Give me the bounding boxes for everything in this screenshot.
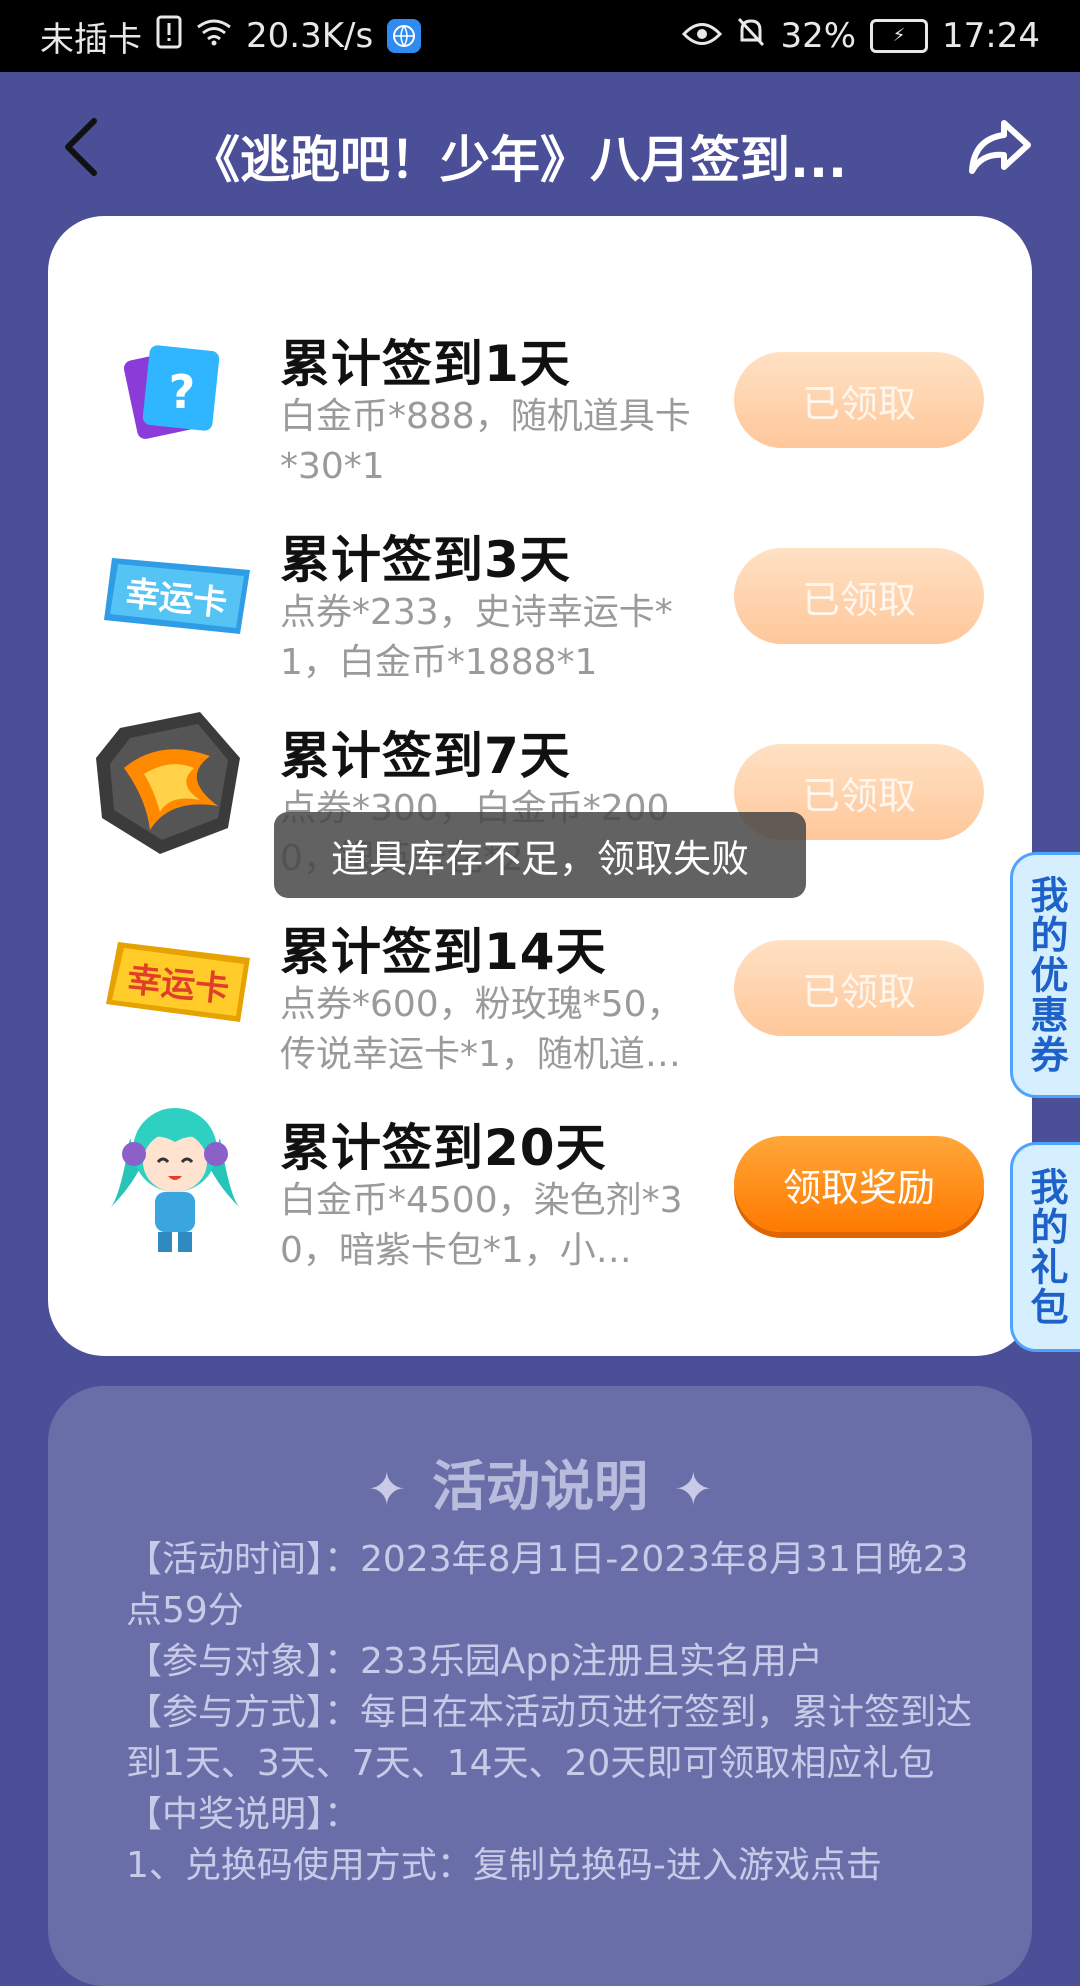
reward-description: 点券*600，粉玫瑰*50，传说幸运卡*1，随机道…	[280, 984, 683, 1075]
rewards-card: ? 累计签到1天 白金币*888，随机道具卡*30*1 已领取 幸运卡 累计签到…	[48, 216, 1032, 1356]
reward-description: 白金币*4500，染色剂*30，暗紫卡包*1，小…	[280, 1180, 683, 1271]
gold-lucky-card-icon: 幸运卡	[100, 902, 250, 1052]
reward-title: 累计签到20天	[280, 1119, 607, 1177]
blue-lucky-card-icon: 幸运卡	[100, 510, 250, 660]
lava-rock-icon	[96, 706, 250, 856]
reward-description: 白金币*888，随机道具卡*30*1	[280, 396, 691, 487]
reward-description: 点券*233，史诗幸运卡*1，白金币*1888*1	[280, 592, 673, 683]
info-heading: ✦ 活动说明 ✦	[48, 1442, 1032, 1521]
info-line: 【中奖说明】：	[126, 1794, 361, 1835]
info-line: 【参与对象】：233乐园App注册且实名用户	[126, 1641, 824, 1682]
info-heading-text: 活动说明	[432, 1455, 648, 1518]
claim-reward-button[interactable]: 领取奖励	[734, 1136, 984, 1232]
reward-title: 累计签到3天	[280, 531, 571, 589]
my-coupons-tab[interactable]: 我的优惠券	[1010, 852, 1080, 1098]
page-title: 《逃跑吧！少年》八月签到...	[190, 131, 847, 189]
sparkle-icon: ✦	[674, 1462, 713, 1516]
my-gifts-tab[interactable]: 我的礼包	[1010, 1142, 1080, 1352]
clock: 17:24	[942, 16, 1040, 56]
chevron-left-icon	[65, 118, 97, 176]
claimed-button[interactable]: 已领取	[734, 352, 984, 448]
carrier-label: 未插卡	[40, 19, 142, 60]
network-speed: 20.3K/s	[246, 16, 374, 56]
toast-message: 道具库存不足，领取失败	[274, 812, 806, 898]
reward-row: 累计签到20天 白金币*4500，染色剂*30，暗紫卡包*1，小… 领取奖励	[48, 1080, 1032, 1276]
sparkle-icon: ✦	[367, 1462, 406, 1516]
back-button[interactable]	[50, 112, 110, 182]
share-button[interactable]	[960, 107, 1040, 187]
reward-title: 累计签到7天	[280, 727, 571, 785]
wifi-icon	[196, 16, 232, 56]
muted-bell-icon	[736, 16, 766, 57]
claimed-button[interactable]: 已领取	[734, 940, 984, 1036]
eye-icon	[682, 16, 723, 56]
reward-title: 累计签到14天	[280, 923, 607, 981]
sim-alert-icon	[156, 15, 182, 58]
reward-title: 累计签到1天	[280, 335, 571, 393]
app-bar: 《逃跑吧！少年》八月签到...	[0, 72, 1080, 222]
reward-row: ? 累计签到1天 白金币*888，随机道具卡*30*1 已领取	[48, 296, 1032, 492]
status-bar: 未插卡 20.3K/s 32% ⚡ 17:24	[0, 0, 1080, 72]
battery-percent: 32%	[780, 16, 857, 56]
reward-row: 幸运卡 累计签到14天 点券*600，粉玫瑰*50，传说幸运卡*1，随机道… 已…	[48, 884, 1032, 1080]
reward-row: 幸运卡 累计签到3天 点券*233，史诗幸运卡*1，白金币*1888*1 已领取	[48, 492, 1032, 688]
browser-app-icon	[387, 19, 422, 53]
question-card-icon: ?	[100, 314, 250, 464]
battery-icon: ⚡	[870, 19, 929, 53]
info-line: 1、兑换码使用方式：复制兑换码-进入游戏点击	[126, 1845, 882, 1886]
info-body: 【活动时间】：2023年8月1日-2023年8月31日晚23点59分 【参与对象…	[126, 1534, 976, 1891]
share-icon	[969, 120, 1031, 174]
info-line: 【活动时间】：2023年8月1日-2023年8月31日晚23点59分	[126, 1539, 969, 1631]
activity-info-panel: ✦ 活动说明 ✦ 【活动时间】：2023年8月1日-2023年8月31日晚23点59…	[48, 1386, 1032, 1986]
claimed-button[interactable]: 已领取	[734, 548, 984, 644]
character-avatar-icon	[100, 1098, 250, 1252]
svg-text:?: ?	[169, 365, 196, 419]
info-line: 【参与方式】：每日在本活动页进行签到，累计签到达到1天、3天、7天、14天、20…	[126, 1692, 973, 1784]
